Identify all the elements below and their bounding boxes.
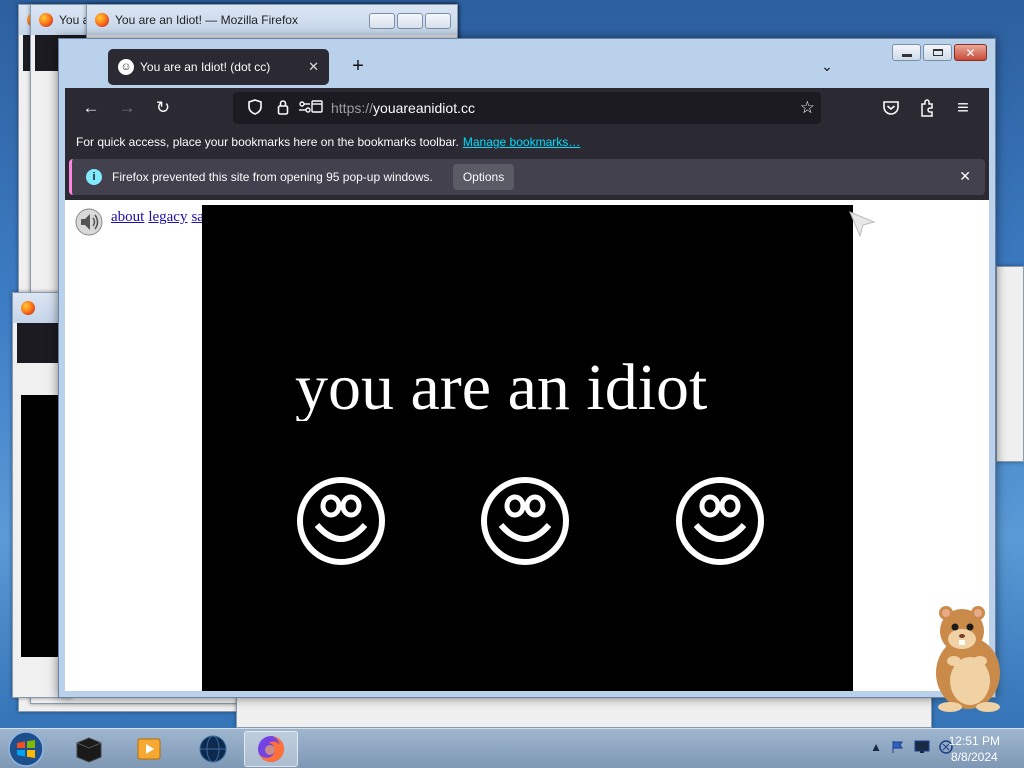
- smiley-favicon-icon: ☺: [118, 59, 134, 75]
- cube-app-icon: [76, 737, 102, 763]
- info-icon: i: [86, 169, 102, 185]
- legacy-link[interactable]: legacy: [148, 209, 187, 225]
- url-text[interactable]: https://youareanidiot.cc: [331, 100, 475, 116]
- background-window-6[interactable]: [996, 266, 1024, 462]
- cursor-arrow-icon: [849, 211, 876, 238]
- bookmarks-hint-text: For quick access, place your bookmarks h…: [76, 135, 459, 149]
- tab-close-icon[interactable]: ✕: [308, 59, 319, 75]
- clock-date: 8/8/2024: [950, 750, 998, 764]
- popup-blocked-notification: i Firefox prevented this site from openi…: [65, 156, 989, 200]
- taskbar-app-firefox[interactable]: [244, 731, 298, 767]
- show-hidden-icons-icon[interactable]: ▲: [870, 740, 882, 754]
- options-button[interactable]: Options: [452, 164, 515, 190]
- speaker-icon[interactable]: [74, 207, 104, 237]
- notification-close-icon[interactable]: ✕: [959, 168, 971, 185]
- media-player-icon: [137, 738, 161, 760]
- new-tab-button[interactable]: +: [345, 54, 371, 80]
- firefox-icon: [95, 13, 109, 27]
- url-host: youareanidiot.cc: [373, 100, 475, 116]
- bookmark-star-icon[interactable]: ☆: [800, 98, 815, 118]
- firefox-icon: [39, 13, 53, 27]
- app-menu-button[interactable]: ≡: [945, 92, 981, 124]
- taskbar-app-cube[interactable]: [62, 731, 116, 767]
- firefox-icon: [258, 736, 284, 762]
- puzzle-icon: [921, 99, 933, 117]
- url-bar[interactable]: https://youareanidiot.cc ☆: [233, 92, 821, 124]
- firefox-icon: [21, 301, 35, 315]
- pocket-icon: [883, 101, 899, 115]
- action-center-flag-icon[interactable]: [890, 739, 906, 755]
- toolbar-right: ≡: [873, 92, 981, 124]
- taskbar-app-media-player[interactable]: [122, 731, 176, 767]
- about-link[interactable]: about: [111, 209, 144, 225]
- taskbar-app-globe[interactable]: [186, 731, 240, 767]
- pocket-button[interactable]: [873, 92, 909, 124]
- taskbar: ▲ 12:51 PM 8/8/2024: [0, 728, 1024, 768]
- notification-bar: i Firefox prevented this site from openi…: [69, 159, 985, 195]
- page-content: aboutlegacysafe you are an idiot: [65, 200, 989, 691]
- display-icon[interactable]: [914, 739, 930, 755]
- smiley-icon: [481, 477, 569, 565]
- permissions-icon[interactable]: [297, 99, 325, 118]
- system-tray: ▲: [870, 739, 954, 755]
- navigation-toolbar: ← → ↻ https://youareanidiot.cc ☆ ≡: [65, 88, 989, 128]
- smiley-icon: [297, 477, 385, 565]
- background-window-3-caption-buttons: [369, 13, 451, 29]
- idiot-animation-panel: you are an idiot: [202, 205, 853, 691]
- manage-bookmarks-link[interactable]: Manage bookmarks…: [463, 135, 580, 149]
- notification-text: Firefox prevented this site from opening…: [112, 170, 433, 184]
- reload-button[interactable]: ↻: [145, 92, 181, 124]
- lock-icon[interactable]: [269, 99, 297, 118]
- clock-time: 12:51 PM: [948, 734, 1000, 748]
- shield-icon[interactable]: [241, 98, 269, 118]
- globe-icon: [199, 735, 227, 763]
- background-window-3-title: You are an Idiot! — Mozilla Firefox: [115, 13, 298, 27]
- bookmarks-toolbar: For quick access, place your bookmarks h…: [65, 128, 989, 156]
- firefox-window[interactable]: ✕ ☺ You are an Idiot! (dot cc) ✕ + ⌄ ← →…: [58, 38, 996, 698]
- list-all-tabs-button[interactable]: ⌄: [817, 58, 837, 78]
- tab-you-are-an-idiot[interactable]: ☺ You are an Idiot! (dot cc) ✕: [108, 49, 329, 85]
- start-button[interactable]: [6, 730, 46, 768]
- extensions-button[interactable]: [909, 92, 945, 124]
- smiley-icon: [676, 477, 764, 565]
- tab-strip: ☺ You are an Idiot! (dot cc) ✕ + ⌄: [65, 46, 989, 86]
- back-button[interactable]: ←: [73, 92, 109, 124]
- url-scheme: https://: [331, 100, 374, 116]
- idiot-headline: you are an idiot: [295, 355, 708, 421]
- tab-title: You are an Idiot! (dot cc): [140, 60, 271, 74]
- forward-button[interactable]: →: [109, 92, 145, 124]
- hamster-mascot-icon[interactable]: [920, 603, 1010, 713]
- taskbar-clock[interactable]: 12:51 PM 8/8/2024: [949, 733, 1000, 765]
